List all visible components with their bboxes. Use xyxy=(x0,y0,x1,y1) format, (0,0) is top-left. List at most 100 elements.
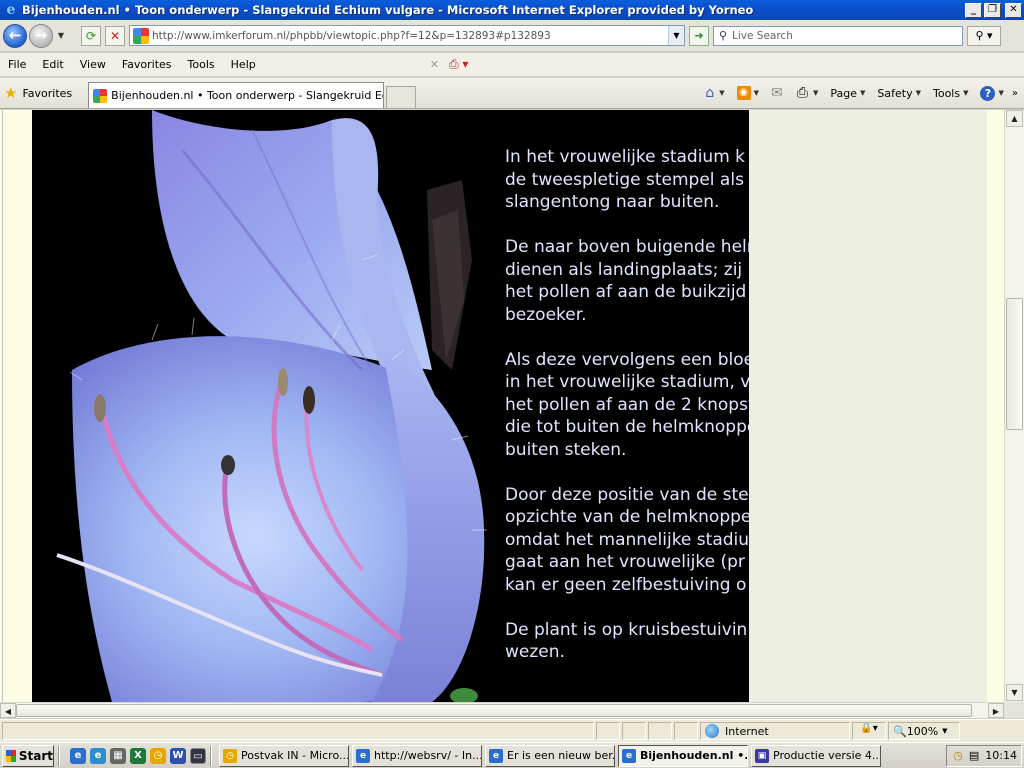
page-menu[interactable]: Page ▼ xyxy=(824,87,871,100)
feeds-button[interactable]: ◉ ▼ xyxy=(731,86,765,100)
scroll-up-button[interactable]: ▲ xyxy=(1006,110,1023,127)
search-button[interactable]: ⚲ ▾ xyxy=(967,25,1001,46)
word-icon[interactable]: W xyxy=(170,747,186,764)
minimize-button[interactable]: _ xyxy=(965,2,982,18)
excel-icon[interactable]: X xyxy=(130,747,146,764)
safety-menu[interactable]: Safety ▼ xyxy=(871,87,927,100)
start-button[interactable]: Start xyxy=(2,744,54,767)
menu-tools[interactable]: Tools xyxy=(180,58,223,71)
scroll-down-button[interactable]: ▼ xyxy=(1006,684,1023,701)
status-bar: Internet 🔒▾ 🔍 100% ▼ xyxy=(0,719,1024,742)
address-dropdown-icon[interactable]: ▼ xyxy=(668,26,684,45)
more-commands-icon[interactable]: » xyxy=(1010,88,1020,99)
status-text xyxy=(2,722,594,740)
tab-bar: ★ Favorites Bijenhouden.nl • Toon onderw… xyxy=(0,78,1024,109)
globe-icon xyxy=(705,724,719,738)
mail-button[interactable]: ✉ xyxy=(765,85,791,101)
stop-icon[interactable]: ✕ xyxy=(105,25,125,46)
article-text: In het vrouwelijke stadium k de tweesple… xyxy=(505,146,749,686)
rss-icon: ◉ xyxy=(736,86,751,100)
tab-title: Bijenhouden.nl • Toon onderwerp - Slange… xyxy=(111,89,383,102)
horizontal-scrollbar[interactable]: ◀ ▶ xyxy=(0,702,1004,718)
recent-pages-dropdown[interactable]: ▼ xyxy=(55,31,67,40)
flower-photo xyxy=(32,110,488,702)
pdf-icon[interactable]: ⎙ ▾ xyxy=(447,57,470,72)
protected-mode-icon[interactable]: 🔒▾ xyxy=(852,722,886,740)
tray-clock-icon[interactable]: ◷ xyxy=(953,749,963,762)
refresh-icon[interactable]: ⟳ xyxy=(81,25,101,46)
home-button[interactable]: ⌂ ▼ xyxy=(699,85,730,101)
task-bijenhouden[interactable]: e Bijenhouden.nl •... xyxy=(618,744,748,767)
close-toolbar-icon[interactable]: ✕ xyxy=(422,58,447,71)
security-zone[interactable]: Internet xyxy=(700,722,850,740)
ie-task-icon: e xyxy=(622,748,636,763)
task-productie[interactable]: ▣ Productie versie 4.... xyxy=(751,744,881,767)
menu-bar: File Edit View Favorites Tools Help ✕ ⎙ … xyxy=(0,53,1024,77)
ie-task-icon: e xyxy=(489,748,503,763)
clock[interactable]: 10:14 xyxy=(985,749,1017,762)
outlook-icon[interactable]: ◷ xyxy=(150,747,166,764)
mail-icon: ✉ xyxy=(771,85,783,101)
menu-edit[interactable]: Edit xyxy=(34,58,71,71)
address-url[interactable]: http://www.imkerforum.nl/phpbb/viewtopic… xyxy=(152,30,668,42)
paragraph-1: In het vrouwelijke stadium k de tweesple… xyxy=(505,147,746,212)
forward-button[interactable]: → xyxy=(29,23,53,48)
new-tab-button[interactable] xyxy=(386,86,417,108)
menu-favorites[interactable]: Favorites xyxy=(114,58,180,71)
show-desktop-icon[interactable]: ▭ xyxy=(190,747,206,764)
menu-view[interactable]: View xyxy=(72,58,114,71)
ie-alt-quicklaunch-icon[interactable]: e xyxy=(90,747,106,764)
search-icon: ⚲ xyxy=(718,29,728,42)
menu-file[interactable]: File xyxy=(0,58,34,71)
ie-task-icon: e xyxy=(356,748,370,763)
quick-launch: e e ▦ X ◷ W ▭ xyxy=(70,747,206,764)
ie-quicklaunch-icon[interactable]: e xyxy=(70,747,86,764)
horizontal-scroll-thumb[interactable] xyxy=(16,704,972,717)
vertical-scroll-thumb[interactable] xyxy=(1006,298,1023,430)
search-input[interactable]: ⚲ Live Search xyxy=(713,25,963,46)
zoom-control[interactable]: 🔍 100% ▼ xyxy=(888,722,960,740)
page-viewport: In het vrouwelijke stadium k de tweesple… xyxy=(0,110,1004,702)
print-button[interactable]: ⎙ ▼ xyxy=(791,85,825,101)
calculator-icon[interactable]: ▦ xyxy=(110,747,126,764)
favorites-button[interactable]: ★ Favorites xyxy=(0,79,78,107)
zone-label: Internet xyxy=(725,724,769,738)
start-label: Start xyxy=(18,748,53,763)
help-button[interactable]: ? ▼ xyxy=(974,85,1009,101)
tools-menu[interactable]: Tools ▼ xyxy=(927,87,975,100)
ie-logo-icon: e xyxy=(6,2,16,18)
title-bar[interactable]: e Bijenhouden.nl • Toon onderwerp - Slan… xyxy=(0,0,1024,20)
go-button[interactable]: ➜ xyxy=(689,25,709,46)
restore-button[interactable]: ❐ xyxy=(984,2,1001,18)
site-favicon-icon xyxy=(133,27,149,44)
app-task-icon: ▣ xyxy=(755,748,769,763)
scroll-left-button[interactable]: ◀ xyxy=(0,703,16,718)
vertical-scrollbar[interactable]: ▲ ▼ xyxy=(1004,110,1024,702)
tab-favicon-icon xyxy=(93,88,108,103)
tray-network-icon[interactable]: ▤ xyxy=(969,749,979,762)
paragraph-2: De naar boven buigende helm dienen als l… xyxy=(505,237,749,325)
task-websrv[interactable]: e http://websrv/ - In... xyxy=(352,744,482,767)
task-outlook[interactable]: ◷ Postvak IN - Micro... xyxy=(219,744,349,767)
search-placeholder: Live Search xyxy=(732,29,793,42)
command-bar: ⌂ ▼ ◉ ▼ ✉ ⎙ ▼ Page ▼ Safety ▼ Tools ▼ ? ▼ » xyxy=(699,79,1024,107)
paragraph-5: De plant is op kruisbestuivin wezen. xyxy=(505,619,748,663)
page-menu-label: Page xyxy=(830,86,858,100)
paragraph-3: Als deze vervolgens een bloe in het vrou… xyxy=(505,349,749,460)
menu-help[interactable]: Help xyxy=(223,58,264,71)
task-nieuw-bericht[interactable]: e Er is een nieuw ber... xyxy=(485,744,615,767)
printer-icon: ⎙ xyxy=(796,85,808,101)
address-toolbar: ← → ▼ ⟳ ✕ http://www.imkerforum.nl/phpbb… xyxy=(0,20,1024,52)
windows-logo-icon xyxy=(6,749,16,762)
scroll-right-button[interactable]: ▶ xyxy=(988,703,1004,718)
back-button[interactable]: ← xyxy=(3,23,27,48)
echium-flower-image xyxy=(32,110,488,702)
outlook-task-icon: ◷ xyxy=(223,748,237,763)
tools-menu-label: Tools xyxy=(932,86,961,100)
address-field[interactable]: http://www.imkerforum.nl/phpbb/viewtopic… xyxy=(129,25,685,46)
close-button[interactable]: ✕ xyxy=(1005,2,1022,18)
favorites-label: Favorites xyxy=(22,86,73,100)
tab-active[interactable]: Bijenhouden.nl • Toon onderwerp - Slange… xyxy=(88,82,385,108)
zoom-level: 100% xyxy=(906,724,939,738)
window-title: Bijenhouden.nl • Toon onderwerp - Slange… xyxy=(22,3,754,17)
